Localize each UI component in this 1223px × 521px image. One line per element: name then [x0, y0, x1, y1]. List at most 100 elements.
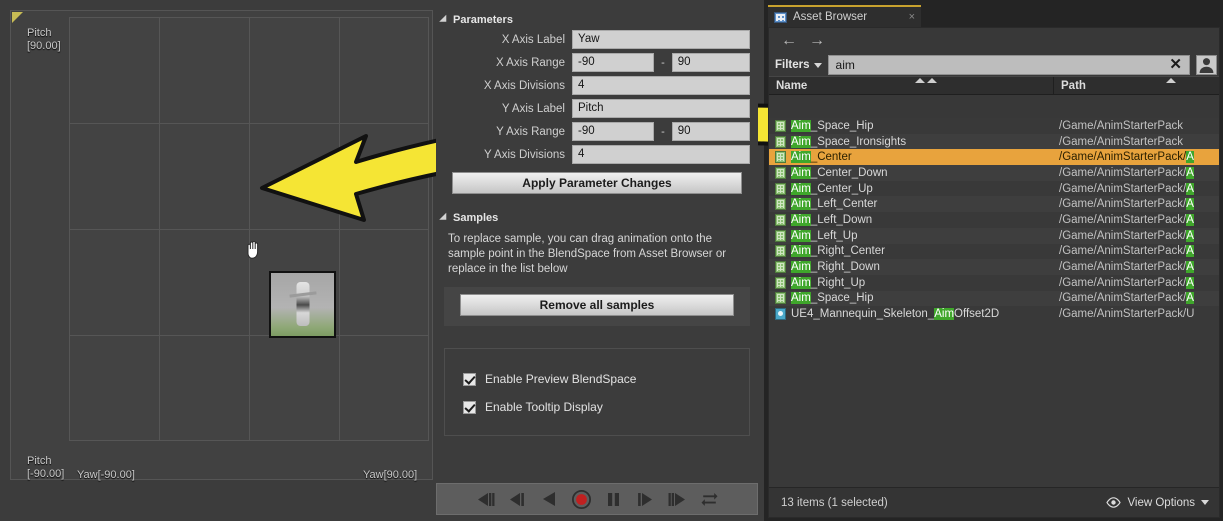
y-axis-range-max-input[interactable]: 90 — [672, 122, 750, 141]
y-axis-label-row: Y Axis Label Pitch — [436, 99, 750, 118]
samples-help-text: To replace sample, you can drag animatio… — [436, 228, 758, 285]
asset-row[interactable]: Aim_Space_Hip/Game/AnimStarterPack — [769, 118, 1219, 134]
column-header-path[interactable]: Path — [1054, 77, 1219, 94]
asset-row-name: Aim_Right_Down — [769, 261, 1054, 273]
search-match-highlight: Aim — [791, 230, 811, 242]
blendspace-sample-point[interactable] — [269, 271, 336, 338]
search-match-highlight: Aim — [791, 198, 811, 210]
forward-arrow-icon[interactable]: → — [809, 33, 825, 49]
x-axis-divisions-input[interactable]: 4 — [572, 76, 750, 95]
loop-icon[interactable] — [699, 489, 720, 510]
parameters-section-header[interactable]: Parameters — [436, 10, 758, 30]
asset-name-text: Aim_Space_Hip — [791, 120, 873, 132]
asset-row[interactable]: Aim_Right_Up/Game/AnimStarterPack/A — [769, 275, 1219, 291]
x-axis-divisions-row: X Axis Divisions 4 — [436, 76, 750, 95]
filters-dropdown-button[interactable]: Filters — [775, 59, 822, 71]
asset-row[interactable]: Aim_Center_Down/Game/AnimStarterPack/A — [769, 165, 1219, 181]
asset-row-name: Aim_Center — [769, 151, 1054, 163]
search-match-highlight: Aim — [791, 183, 811, 195]
filters-label: Filters — [775, 59, 810, 71]
y-axis-range-dash: - — [654, 126, 672, 138]
remove-all-samples-button[interactable]: Remove all samples — [460, 294, 734, 316]
asset-row[interactable]: Aim_Space_Hip/Game/AnimStarterPack/A — [769, 291, 1219, 307]
asset-name-text: Aim_Left_Center — [791, 198, 877, 210]
animation-asset-icon — [775, 292, 786, 304]
asset-browser-tab-icon — [774, 12, 787, 23]
x-axis-range-min-input[interactable]: -90 — [572, 53, 654, 72]
blendspace-grid-inner[interactable] — [69, 17, 429, 441]
samples-actions-box: Remove all samples — [444, 287, 750, 326]
asset-row[interactable]: Aim_Left_Down/Game/AnimStarterPack/A — [769, 212, 1219, 228]
pause-icon[interactable] — [603, 489, 624, 510]
y-axis-range-min-input[interactable]: -90 — [572, 122, 654, 141]
enable-tooltip-display-label: Enable Tooltip Display — [485, 400, 603, 414]
search-match-highlight: Aim — [791, 261, 811, 273]
search-input[interactable]: aim ✕ — [828, 55, 1190, 75]
asset-row-path: /Game/AnimStarterPack/U — [1054, 308, 1219, 320]
asset-row[interactable]: Aim_Space_Ironsights/Game/AnimStarterPac… — [769, 134, 1219, 150]
back-arrow-icon[interactable]: ← — [781, 33, 797, 49]
animation-transport-bar — [436, 483, 758, 515]
x-axis-range-caption: X Axis Range — [436, 57, 572, 69]
search-match-highlight: A — [1186, 183, 1194, 195]
asset-row-path: /Game/AnimStarterPack/A — [1054, 167, 1219, 179]
step-forward-icon[interactable] — [667, 489, 688, 510]
x-axis-range-max-input[interactable]: 90 — [672, 53, 750, 72]
asset-row[interactable]: Aim_Center_Up/Game/AnimStarterPack/A — [769, 181, 1219, 197]
search-match-highlight: Aim — [791, 214, 811, 226]
samples-section-header[interactable]: Samples — [436, 208, 758, 228]
clear-search-icon[interactable]: ✕ — [1166, 58, 1185, 72]
blendspace-grid[interactable]: Pitch [90.00] Pitch [-90.00] Yaw[-90.00]… — [10, 10, 433, 480]
asset-row-name: Aim_Space_Hip — [769, 292, 1054, 304]
column-header-name[interactable]: Name — [769, 77, 1054, 94]
y-axis-label-caption: Y Axis Label — [436, 103, 572, 115]
blendspace-options-box: Enable Preview BlendSpace Enable Tooltip… — [444, 348, 750, 436]
asset-row-path: /Game/AnimStarterPack/A — [1054, 183, 1219, 195]
asset-browser-filterbar: Filters aim ✕ — [769, 54, 1219, 76]
asset-row-name: Aim_Center_Up — [769, 183, 1054, 195]
asset-list[interactable]: Aim_Space_Hip/Game/AnimStarterPackAim_Sp… — [769, 118, 1219, 487]
x-axis-range-dash: - — [654, 57, 672, 69]
enable-preview-blendspace-checkbox-row[interactable]: Enable Preview BlendSpace — [445, 365, 749, 393]
asset-row-path: /Game/AnimStarterPack — [1054, 120, 1219, 132]
y-axis-label-input[interactable]: Pitch — [572, 99, 750, 118]
play-reverse-icon[interactable] — [539, 489, 560, 510]
axis-label-yaw-min: Yaw[-90.00] — [77, 469, 135, 482]
close-icon[interactable]: × — [909, 11, 915, 23]
asset-browser-status-bar: 13 items (1 selected) View Options — [769, 487, 1219, 517]
sort-ascending-icon — [1166, 78, 1176, 83]
apply-parameter-changes-button[interactable]: Apply Parameter Changes — [452, 172, 742, 194]
view-options-button[interactable]: View Options — [1106, 497, 1209, 509]
asset-browser-tab-label: Asset Browser — [793, 11, 867, 23]
asset-row[interactable]: UE4_Mannequin_Skeleton_AimOffset2D/Game/… — [769, 306, 1219, 322]
asset-row[interactable]: Aim_Center/Game/AnimStarterPack/A — [769, 149, 1219, 165]
step-backward-icon[interactable] — [507, 489, 528, 510]
asset-row[interactable]: Aim_Right_Down/Game/AnimStarterPack/A — [769, 259, 1219, 275]
tab-asset-browser[interactable]: Asset Browser × — [768, 5, 921, 27]
enable-tooltip-display-checkbox-row[interactable]: Enable Tooltip Display — [445, 393, 749, 421]
asset-row[interactable]: Aim_Right_Center/Game/AnimStarterPack/A — [769, 244, 1219, 260]
details-panel: Parameters X Axis Label Yaw X Axis Range… — [436, 10, 758, 480]
asset-row-name: Aim_Left_Down — [769, 214, 1054, 226]
column-header-name-label: Name — [776, 80, 807, 92]
enable-tooltip-display-checkbox[interactable] — [463, 401, 476, 414]
asset-name-text: Aim_Left_Down — [791, 214, 872, 226]
status-item-count: 13 items (1 selected) — [781, 497, 888, 509]
blendspace-editor-window: Pitch [90.00] Pitch [-90.00] Yaw[-90.00]… — [0, 0, 1223, 521]
user-avatar-icon[interactable] — [1196, 55, 1217, 75]
x-axis-label-input[interactable]: Yaw — [572, 30, 750, 49]
asset-row[interactable]: Aim_Left_Center/Game/AnimStarterPack/A — [769, 196, 1219, 212]
play-forward-icon[interactable] — [635, 489, 656, 510]
record-icon[interactable] — [571, 489, 592, 510]
asset-row-path: /Game/AnimStarterPack/A — [1054, 230, 1219, 242]
y-axis-divisions-input[interactable]: 4 — [572, 145, 750, 164]
asset-name-text: Aim_Right_Up — [791, 277, 865, 289]
search-match-highlight: Aim — [791, 245, 811, 257]
axis-label-pitch-min: Pitch [-90.00] — [27, 455, 64, 481]
enable-preview-blendspace-checkbox[interactable] — [463, 373, 476, 386]
asset-browser-body: ← → Filters aim ✕ Name — [768, 27, 1220, 518]
animation-asset-icon — [775, 136, 786, 148]
asset-row[interactable]: Aim_Left_Up/Game/AnimStarterPack/A — [769, 228, 1219, 244]
step-to-beginning-icon[interactable] — [475, 489, 496, 510]
asset-row-path: /Game/AnimStarterPack/A — [1054, 292, 1219, 304]
